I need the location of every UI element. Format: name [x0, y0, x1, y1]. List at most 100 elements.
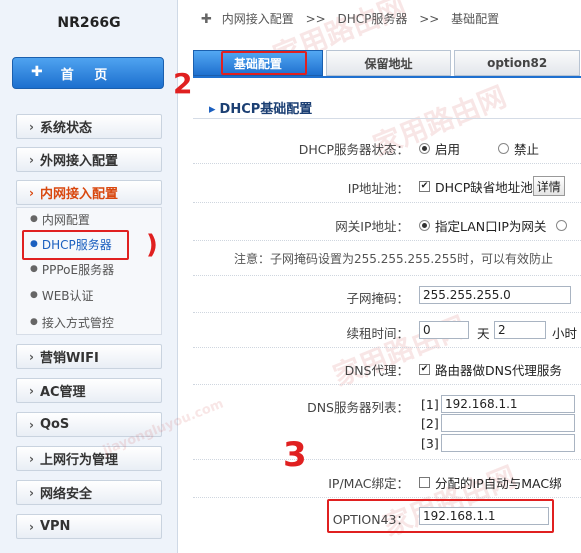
- annotation-mark: 3: [283, 435, 307, 475]
- chevron-right-icon: ›: [29, 119, 34, 134]
- subnav-web-auth[interactable]: ● WEB认证: [22, 283, 162, 307]
- dns-list-label: DNS服务器列表：: [307, 400, 409, 415]
- ip-pool-options: ✔ DHCP缺省地址池 详情: [419, 176, 565, 196]
- tab-reserved-address[interactable]: 保留地址: [325, 50, 452, 76]
- chevron-right-icon: ›: [29, 417, 34, 432]
- nav-label: 营销WIFI: [39, 351, 99, 366]
- radio-lan-gateway[interactable]: [419, 220, 430, 231]
- nav-vpn[interactable]: › VPN: [16, 514, 162, 539]
- divider: [193, 118, 581, 119]
- lease-label: 续租时间：: [346, 326, 409, 341]
- dns-proxy-options: ✔ 路由器做DNS代理服务: [419, 360, 562, 379]
- tab-option82[interactable]: option82: [454, 50, 580, 76]
- radio-enable-label: 启用: [435, 142, 461, 157]
- row-divider: [193, 240, 581, 241]
- checkbox-ipmac-bind[interactable]: [419, 477, 430, 488]
- nav-behavior-management[interactable]: › 上网行为管理: [16, 446, 162, 471]
- subnav-pppoe-server[interactable]: ● PPPoE服务器: [22, 257, 162, 281]
- bullet-icon: ●: [30, 290, 38, 300]
- nav-qos[interactable]: › QoS: [16, 412, 162, 437]
- checkbox-ipmac-bind-label: 分配的IP自动与MAC绑: [435, 476, 562, 491]
- nav-label: 外网接入配置: [39, 154, 118, 169]
- detail-button[interactable]: 详情: [532, 176, 565, 196]
- radio-disable[interactable]: [498, 143, 510, 154]
- dns-server-2-input[interactable]: [441, 414, 575, 432]
- bullet-icon: ●: [30, 317, 38, 327]
- nav-lan-config[interactable]: › 内网接入配置: [16, 180, 162, 205]
- annotation-mark: 2: [173, 67, 193, 100]
- breadcrumb-separator: >>: [419, 12, 440, 26]
- radio-enable[interactable]: [419, 143, 430, 154]
- row-divider: [193, 459, 581, 460]
- ip-pool-label: IP地址池：: [347, 181, 409, 196]
- subnet-note: 注意：子网掩码设置为255.255.255.255时，可以有效防止: [234, 252, 554, 266]
- row-divider: [193, 202, 581, 203]
- bullet-icon: ●: [30, 264, 38, 274]
- breadcrumb-item[interactable]: 内网接入配置: [222, 12, 294, 26]
- nav-label: QoS: [39, 417, 70, 432]
- row-divider: [193, 275, 581, 276]
- sidebar: NR266G ✚ 首 页 › 系统状态 › 外网接入配置 › 内网接入配置 ● …: [0, 0, 178, 553]
- nav-label: 上网行为管理: [39, 453, 118, 468]
- chevron-right-icon: ›: [29, 383, 34, 398]
- nav-marketing-wifi[interactable]: › 营销WIFI: [16, 344, 162, 369]
- nav-label: 系统状态: [39, 121, 92, 136]
- chevron-right-icon: ›: [29, 185, 34, 200]
- chevron-right-icon: ›: [29, 519, 34, 534]
- breadcrumb: ✚ 内网接入配置 >> DHCP服务器 >> 基础配置: [201, 10, 499, 27]
- annotation-box: [327, 499, 554, 533]
- ipmac-options: 分配的IP自动与MAC绑: [419, 473, 562, 492]
- subnav-label: PPPoE服务器: [41, 262, 115, 277]
- plus-icon: ✚: [201, 12, 212, 27]
- dhcp-status-label: DHCP服务器状态：: [298, 142, 409, 157]
- nav-label: VPN: [39, 519, 71, 534]
- subnav-access-control[interactable]: ● 接入方式管控: [22, 310, 162, 334]
- section-title-text: DHCP基础配置: [219, 102, 313, 117]
- lease-hours-unit: 小时: [552, 326, 578, 341]
- watermark: 家用路由网: [328, 309, 471, 393]
- home-label: 首 页: [60, 67, 116, 83]
- chevron-right-icon: ›: [29, 485, 34, 500]
- lease-days-input[interactable]: 0: [419, 321, 469, 339]
- section-title: ▸ DHCP基础配置: [209, 98, 312, 117]
- subnav-lan-settings[interactable]: ● 内网配置: [22, 207, 162, 231]
- row-divider: [193, 163, 581, 164]
- row-divider: [193, 347, 581, 348]
- checkbox-dns-proxy-label: 路由器做DNS代理服务: [435, 363, 562, 378]
- breadcrumb-separator: >>: [305, 12, 326, 26]
- dns-proxy-label: DNS代理：: [344, 363, 409, 378]
- breadcrumb-item[interactable]: DHCP服务器: [338, 12, 408, 26]
- dns-index-1: [1]: [421, 397, 439, 412]
- row-divider: [193, 312, 581, 313]
- triangle-right-icon: ▸: [209, 102, 216, 117]
- breadcrumb-item: 基础配置: [451, 12, 500, 26]
- annotation-mark: ): [146, 230, 158, 260]
- nav-wan-config[interactable]: › 外网接入配置: [16, 147, 162, 172]
- radio-disable-label: 禁止: [514, 142, 540, 157]
- checkbox-default-pool[interactable]: ✔: [419, 180, 430, 192]
- subnav-label: 接入方式管控: [41, 315, 114, 330]
- lease-hours-input[interactable]: 2: [494, 321, 546, 339]
- main-content: 家用路由网 家用路由网 家用路由网 家用路由网 jiayongluyou.com…: [101, 0, 581, 553]
- radio-custom-gateway[interactable]: [556, 220, 568, 231]
- nav-network-security[interactable]: › 网络安全: [16, 480, 162, 505]
- subnav-label: WEB认证: [41, 288, 94, 303]
- annotation-box: [22, 230, 129, 260]
- home-button[interactable]: ✚ 首 页: [12, 57, 164, 89]
- gateway-label: 网关IP地址：: [335, 219, 409, 234]
- dns-server-1-input[interactable]: 192.168.1.1: [441, 395, 575, 413]
- dhcp-status-options: 启用 禁止: [419, 139, 539, 158]
- subnet-label: 子网掩码：: [346, 291, 409, 306]
- chevron-right-icon: ›: [29, 349, 34, 364]
- dns-server-3-input[interactable]: [441, 434, 575, 452]
- lease-days-unit: 天: [477, 326, 490, 341]
- nav-ac-management[interactable]: › AC管理: [16, 378, 162, 403]
- dns-index-2: [2]: [421, 416, 439, 431]
- subnet-input[interactable]: 255.255.255.0: [419, 286, 571, 304]
- nav-label: 内网接入配置: [39, 187, 118, 202]
- gateway-options: 指定LAN口IP为网关: [419, 216, 572, 235]
- checkbox-dns-proxy[interactable]: ✔: [419, 364, 430, 375]
- radio-lan-gateway-label: 指定LAN口IP为网关: [435, 219, 547, 234]
- tab-underline: [193, 76, 581, 78]
- nav-system-status[interactable]: › 系统状态: [16, 114, 162, 139]
